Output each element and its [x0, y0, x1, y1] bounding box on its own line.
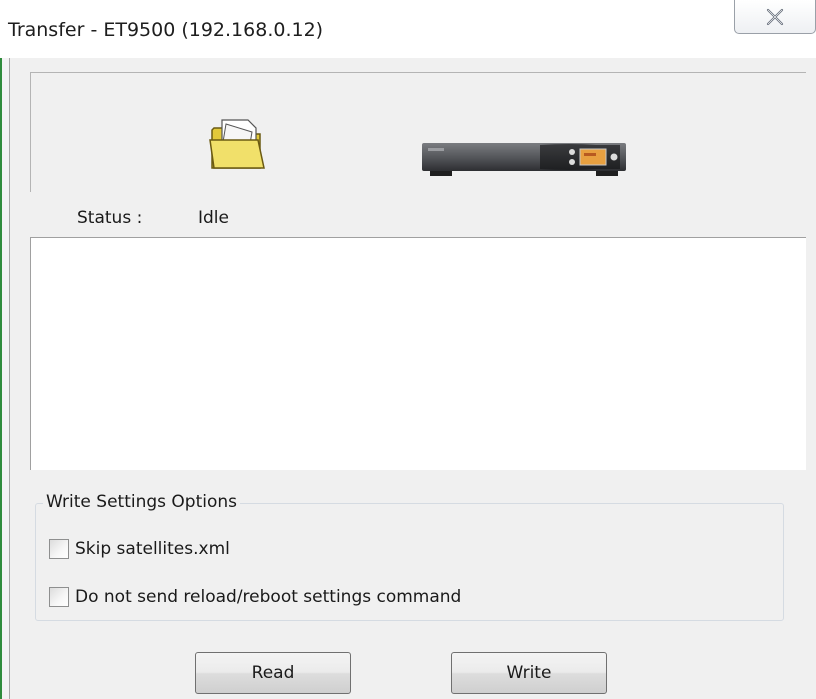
satellite-receiver-icon	[420, 139, 628, 185]
write-settings-legend: Write Settings Options	[43, 492, 241, 512]
read-button[interactable]: Read	[195, 652, 351, 694]
title-bar: Transfer - ET9500 (192.168.0.12)	[0, 0, 816, 58]
folder-icon	[208, 116, 268, 176]
close-button[interactable]	[734, 0, 816, 34]
write-button[interactable]: Write	[451, 652, 607, 694]
skip-satellites-option[interactable]: Skip satellites.xml	[49, 536, 230, 562]
no-reload-label: Do not send reload/reboot settings comma…	[75, 587, 462, 607]
client-border	[9, 58, 10, 699]
transfer-log-box[interactable]	[30, 237, 806, 470]
no-reload-option[interactable]: Do not send reload/reboot settings comma…	[49, 584, 461, 610]
skip-satellites-checkbox[interactable]	[49, 539, 69, 559]
transfer-window: Transfer - ET9500 (192.168.0.12) Status …	[0, 0, 816, 699]
status-label: Status :	[77, 208, 143, 228]
skip-satellites-label: Skip satellites.xml	[75, 539, 230, 559]
window-title: Transfer - ET9500 (192.168.0.12)	[8, 19, 324, 41]
transfer-graphic-panel	[30, 72, 806, 192]
status-value: Idle	[198, 208, 229, 228]
close-x-icon	[766, 8, 784, 26]
no-reload-checkbox[interactable]	[49, 587, 69, 607]
